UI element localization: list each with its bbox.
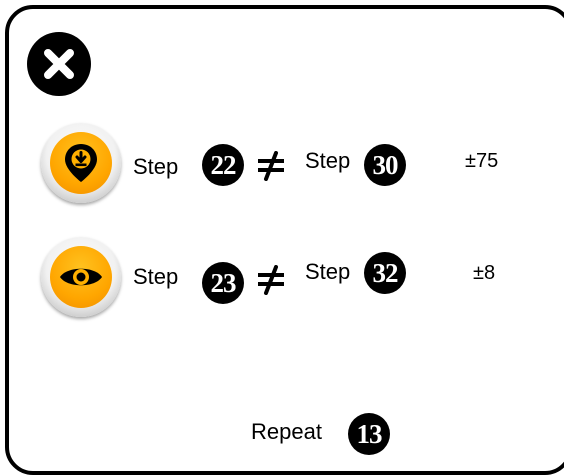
not-equal-icon bbox=[258, 265, 284, 295]
eye-badge[interactable] bbox=[41, 237, 121, 317]
not-equal-icon bbox=[258, 151, 284, 181]
step-label: Step bbox=[133, 264, 179, 289]
comparison-row: Step 23 Step 32 ±8 bbox=[0, 233, 564, 323]
step-number: 23 bbox=[202, 262, 244, 304]
step-label: Step bbox=[133, 154, 179, 179]
step-label: Step bbox=[305, 259, 351, 284]
comparison-row: Step 22 Step 30 ±75 bbox=[0, 119, 564, 209]
eye-icon bbox=[60, 268, 102, 286]
difference-value: ±8 bbox=[473, 262, 496, 284]
location-pin-badge[interactable] bbox=[41, 123, 121, 203]
repeat-label: Repeat bbox=[251, 419, 322, 444]
difference-value: ±75 bbox=[465, 150, 499, 172]
close-button[interactable] bbox=[27, 32, 91, 96]
step-label: Step bbox=[305, 148, 351, 173]
step-number: 22 bbox=[202, 144, 244, 186]
step-number: 30 bbox=[364, 144, 406, 186]
repeat-count: 13 bbox=[348, 413, 390, 455]
step-number: 32 bbox=[364, 252, 406, 294]
close-icon bbox=[44, 49, 74, 79]
location-pin-download-icon bbox=[65, 144, 97, 182]
